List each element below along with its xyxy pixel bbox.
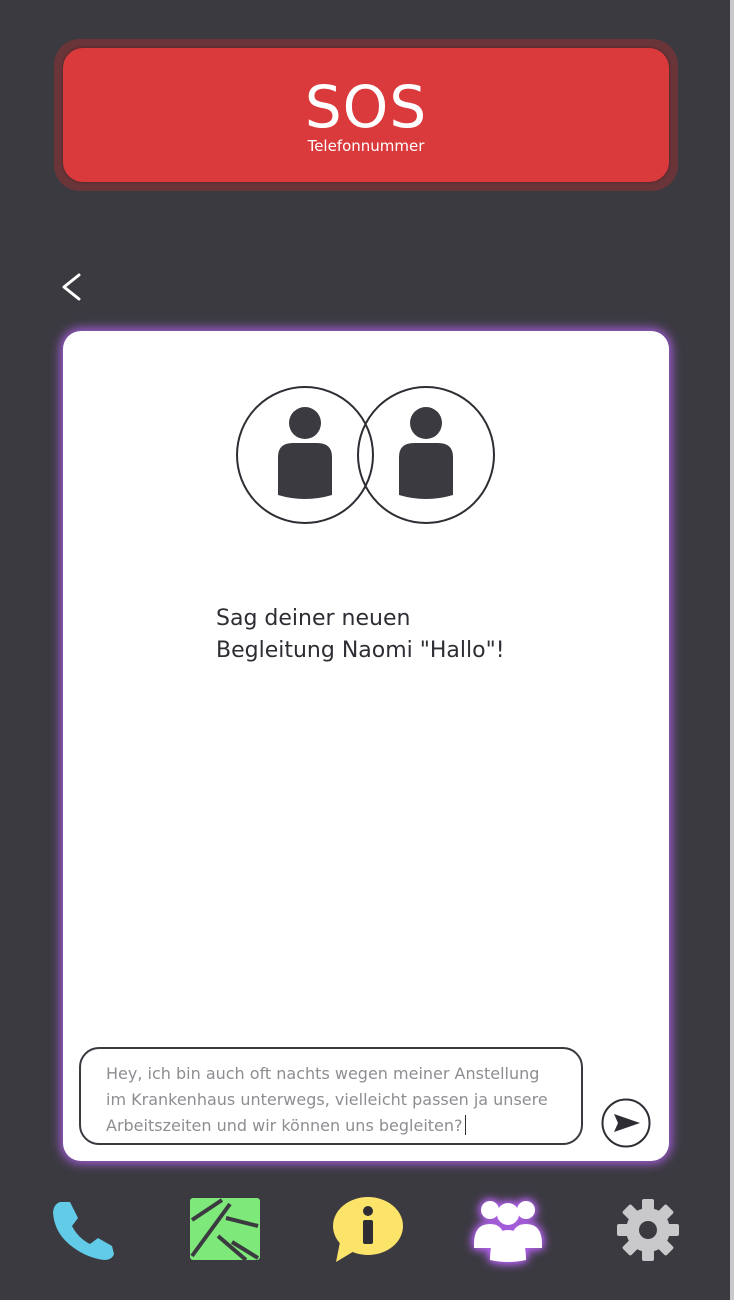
chat-card: Sag deiner neuen Begleitung Naomi "Hallo… <box>63 331 669 1161</box>
window-edge <box>730 0 734 1300</box>
info-icon <box>333 1197 403 1262</box>
match-avatars <box>236 386 495 524</box>
message-input[interactable]: Hey, ich bin auch oft nachts wegen meine… <box>79 1047 583 1145</box>
sos-title: SOS <box>304 73 428 141</box>
send-button[interactable] <box>601 1098 651 1148</box>
gear-icon <box>617 1199 679 1261</box>
sos-subtitle: Telefonnummer <box>307 137 425 155</box>
nav-info[interactable] <box>330 1194 406 1266</box>
sos-button[interactable]: SOS Telefonnummer <box>63 48 669 182</box>
text-caret <box>464 1115 467 1135</box>
people-icon <box>474 1201 542 1262</box>
sos-container: SOS Telefonnummer <box>54 39 678 191</box>
message-text: Hey, ich bin auch oft nachts wegen meine… <box>106 1064 548 1135</box>
chevron-left-icon <box>62 273 81 301</box>
phone-icon <box>53 1202 114 1260</box>
nav-settings[interactable] <box>610 1194 686 1266</box>
back-button[interactable] <box>56 270 90 304</box>
map-icon <box>190 1198 260 1262</box>
person-icon <box>236 386 374 524</box>
nav-phone[interactable] <box>48 1194 124 1266</box>
nav-community[interactable] <box>470 1194 546 1266</box>
nav-map[interactable] <box>186 1194 262 1266</box>
person-icon <box>357 386 495 524</box>
send-icon <box>601 1098 651 1148</box>
chat-prompt: Sag deiner neuen Begleitung Naomi "Hallo… <box>216 606 505 663</box>
